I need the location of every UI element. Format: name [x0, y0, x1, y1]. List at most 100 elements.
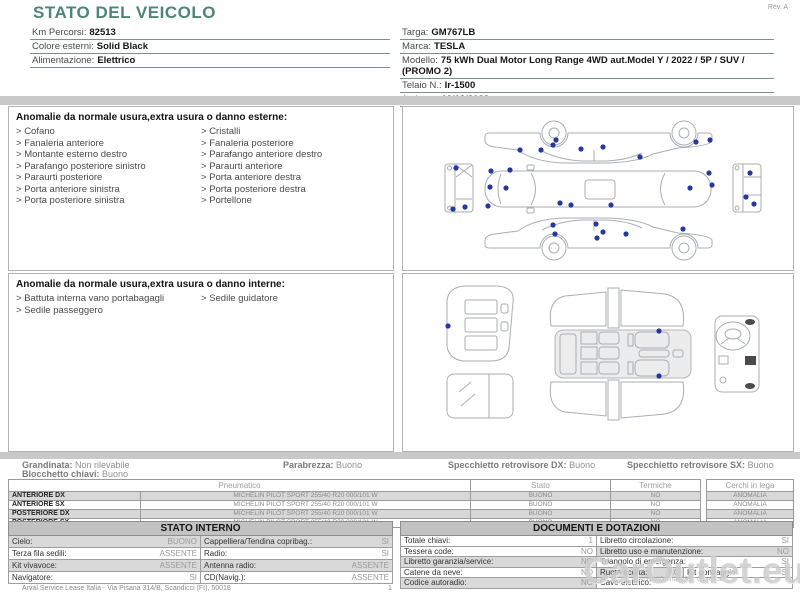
damage-item: Cristalli	[201, 126, 386, 138]
cell: Radio: SI	[200, 547, 393, 560]
cabin-view	[549, 287, 692, 421]
damage-dot	[594, 235, 600, 241]
documenti-table: DOCUMENTI E DOTAZIONI Totale chiavi: 1 Li…	[400, 521, 793, 589]
table-row: ANTERIORE SX MICHELIN PILOT SPORT 255/40…	[8, 500, 701, 510]
cell-label: Codice autoradio:	[404, 578, 467, 587]
cell-label: Totale chiavi:	[404, 536, 451, 545]
exterior-anomalies-lists: CofanoFanaleria anterioreMontante estern…	[9, 126, 393, 207]
damage-dot	[693, 139, 699, 145]
field-targa: Targa: GM767LB	[400, 26, 774, 40]
col-header-termiche: Termiche	[610, 479, 701, 492]
field-marca: Marca: TESLA	[400, 40, 774, 54]
cell-value: 1	[588, 536, 593, 545]
damage-item: Parafango anteriore destro	[201, 149, 386, 161]
cell: Cielo: BUONO	[8, 535, 201, 548]
interior-list-col2: Sedile guidatore	[201, 293, 386, 316]
field-label: Marca:	[402, 41, 432, 52]
summary-blocchetto: Blocchetto chiavi: Buono	[22, 469, 128, 479]
damage-item: Fanaleria anteriore	[16, 138, 201, 150]
table-row: Tessera code: NO Libretto uso e manutenzi…	[400, 545, 793, 557]
table-row: Libretto garanzia/service: NO Triangolo d…	[400, 556, 793, 568]
cell-value: BUONO	[167, 537, 197, 546]
summary-parabrezza: Parabrezza: Buono	[283, 460, 362, 470]
damage-dot	[656, 373, 662, 379]
documenti-title: DOCUMENTI E DOTAZIONI	[400, 521, 793, 536]
damage-dot	[517, 147, 523, 153]
damage-dot	[706, 170, 712, 176]
cell-label: Tessera code:	[404, 546, 454, 556]
cell-label: Libretto uso e manutenzione:	[600, 546, 704, 556]
field-alimentazione: Alimentazione: Elettrico	[30, 54, 390, 68]
damage-dot	[743, 194, 749, 200]
table-row: ANOMALIA	[706, 491, 794, 501]
tire-termiche: NO	[610, 509, 701, 519]
cell-label: Terza fila sedili:	[12, 549, 67, 558]
damage-item: Porta anteriore sinistra	[16, 184, 201, 196]
damage-dot	[507, 167, 513, 173]
document-id: ID vcR9AO.2hae253 , Gwr67ue	[632, 576, 724, 583]
damage-dot	[593, 221, 599, 227]
cell-value: ASSENTE	[159, 561, 197, 570]
field-label: Modello:	[402, 55, 438, 66]
cell: Codice autoradio: NO	[400, 577, 597, 589]
table-row: Codice autoradio: NO Cavo elettrico:	[400, 577, 793, 589]
page-title: STATO DEL VEICOLO	[33, 3, 216, 22]
table-row: ANTERIORE DX MICHELIN PILOT SPORT 255/40…	[8, 491, 701, 501]
exterior-anomalies-heading: Anomalie da normale usura,extra usura o …	[16, 112, 288, 123]
table-row: ANOMALIA	[706, 509, 794, 519]
cell-value: NO	[581, 567, 593, 577]
cerchi-value: ANOMALIA	[706, 500, 794, 510]
summary-label: Parabrezza:	[283, 460, 334, 470]
cell: Cappelliera/Tendina copribag.: SI	[200, 535, 393, 548]
damage-dot	[707, 137, 713, 143]
damage-item: Sedile guidatore	[201, 293, 386, 305]
interior-car-diagram	[445, 285, 760, 421]
field-modello: Modello: 75 kWh Dual Motor Long Range 4WD…	[400, 54, 774, 79]
damage-dot	[709, 182, 715, 188]
damage-dot	[747, 170, 753, 176]
exterior-car-diagram	[444, 120, 762, 261]
damage-dot	[568, 202, 574, 208]
damage-dot	[550, 142, 556, 148]
damage-dot	[453, 165, 459, 171]
section-header: STATO INTERNO	[8, 521, 393, 536]
summary-label: Specchietto retrovisore DX:	[448, 460, 567, 470]
cell-label: Navigatore:	[12, 573, 53, 582]
col-header-pneumatico: Pneumatico	[8, 479, 471, 492]
revision-label: Rev. A	[767, 4, 788, 11]
damage-dot	[550, 222, 556, 228]
damage-item: Parafango posteriore sinistro	[16, 161, 201, 173]
exterior-list-col2: CristalliFanaleria posterioreParafango a…	[201, 126, 386, 207]
interior-anomalies-lists: Battuta interna vano portabagagliSedile …	[9, 293, 393, 316]
cell-value: SI	[381, 549, 389, 558]
table-row: Cielo: BUONO Cappelliera/Tendina copribag…	[8, 535, 393, 548]
cell-value: SI	[381, 537, 389, 546]
damage-dot	[445, 323, 451, 329]
cell-value: SI	[781, 557, 789, 566]
damage-dot	[623, 231, 629, 237]
field-value: Elettrico	[97, 55, 136, 66]
tire-spec: MICHELIN PILOT SPORT 255/40 R20 000/101 …	[140, 491, 471, 501]
interior-diagram-box	[402, 273, 794, 452]
separator-band	[0, 452, 800, 459]
field-km: Km Percorsi: 82513	[30, 26, 390, 40]
col-header-cerchi: Cerchi in lega	[706, 479, 794, 492]
cell: Libretto circolazione: SI	[596, 535, 793, 547]
dashboard-view	[714, 315, 760, 393]
damage-dot	[637, 154, 643, 160]
damage-item: Battuta interna vano portabagagli	[16, 293, 201, 305]
table-row: Navigatore: SI CD(Navig.): ASSENTE	[8, 571, 393, 584]
damage-dot	[503, 185, 509, 191]
summary-value: Buono	[102, 469, 129, 479]
damage-item: Cofano	[16, 126, 201, 138]
damage-item: Montante esterno destro	[16, 149, 201, 161]
hood-view	[446, 373, 514, 419]
exterior-diagram-box	[402, 106, 794, 271]
interior-list-col1: Battuta interna vano portabagagliSedile …	[16, 293, 201, 316]
damage-dot	[608, 202, 614, 208]
exterior-anomalies-box: Anomalie da normale usura,extra usura o …	[8, 106, 394, 271]
cell: Totale chiavi: 1	[400, 535, 597, 547]
damage-dot	[488, 168, 494, 174]
interior-anomalies-heading: Anomalie da normale usura,extra usura o …	[16, 279, 285, 290]
damage-dot	[462, 204, 468, 210]
